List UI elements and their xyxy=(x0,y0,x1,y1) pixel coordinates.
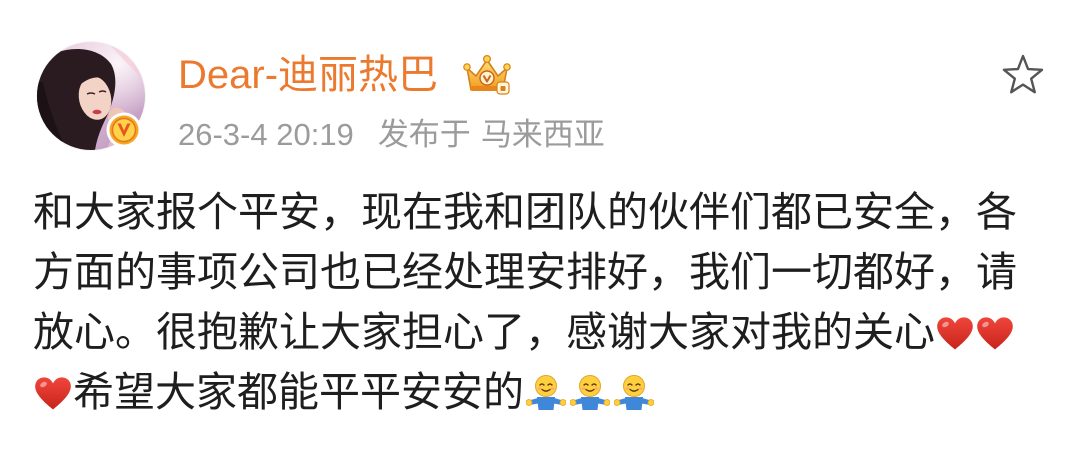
post-time: 26-3-4 20:19 xyxy=(178,117,354,152)
post-body: 和大家报个平安，现在我和团队的伙伴们都已安全，各方面的事项公司也已经处理安排好，… xyxy=(33,182,1033,422)
red-heart-icon xyxy=(936,316,974,352)
published-from-label: 发布于 xyxy=(377,117,471,152)
red-heart-icon xyxy=(34,376,72,412)
post-location: 马来西亚 xyxy=(480,117,605,152)
star-icon[interactable] xyxy=(1000,53,1046,97)
author-name[interactable]: Dear-迪丽热巴 xyxy=(178,51,438,99)
emoji-group xyxy=(524,369,656,415)
post-text: 希望大家都能平平安安的 xyxy=(73,369,524,415)
weibo-post: Dear-迪丽热巴 26-3-4 20:19 发布于 马来西亚 和大家报个平安，… xyxy=(0,0,1080,453)
vip-crown-icon[interactable] xyxy=(462,53,512,97)
verified-v-icon xyxy=(106,112,142,148)
hug-emoji-icon xyxy=(614,374,654,412)
hug-emoji-icon xyxy=(570,374,610,412)
hug-emoji-icon xyxy=(526,374,566,412)
post-text: 和大家报个平安，现在我和团队的伙伴们都已安全，各方面的事项公司也已经处理安排好，… xyxy=(33,189,1017,355)
red-heart-icon xyxy=(976,316,1014,352)
avatar[interactable] xyxy=(37,42,145,150)
post-meta: 26-3-4 20:19 发布于 马来西亚 xyxy=(178,117,605,153)
